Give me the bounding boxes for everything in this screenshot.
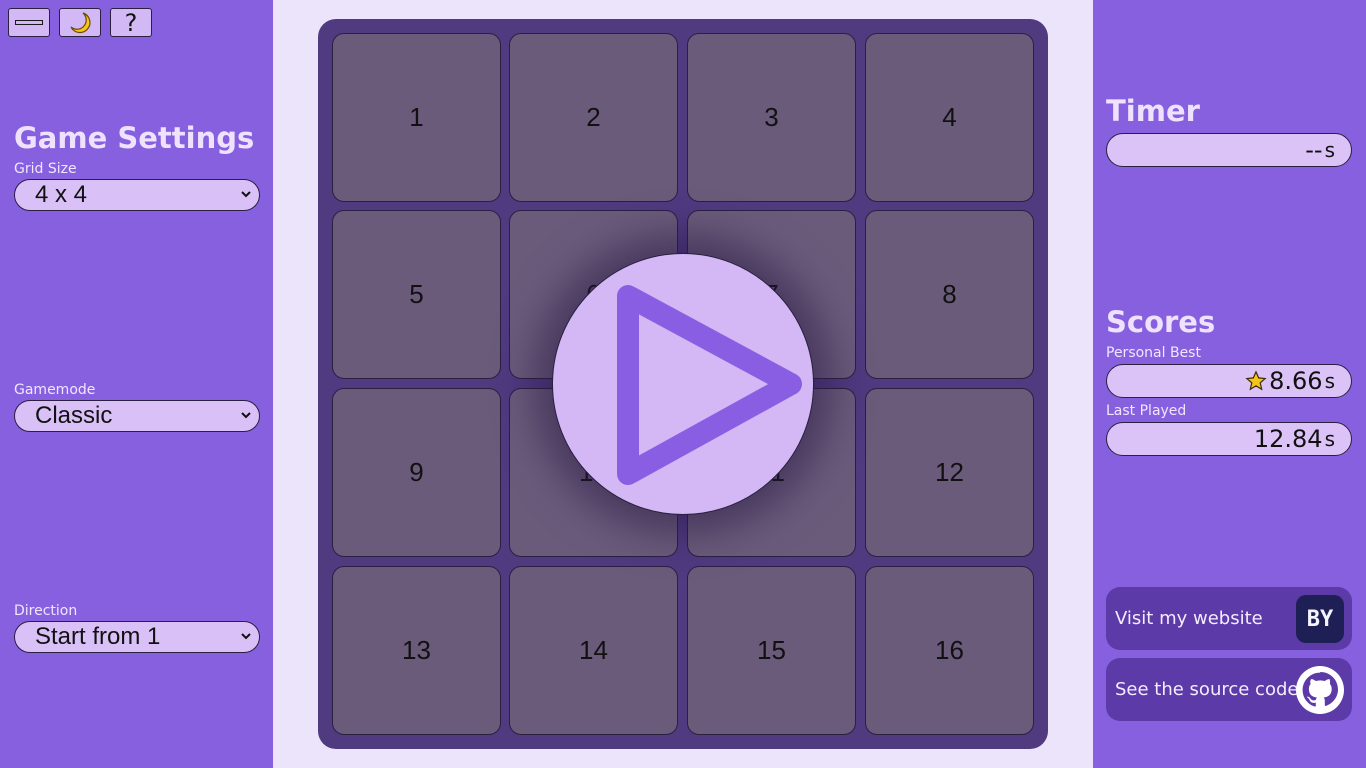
personal-best-value: 8.66 (1269, 367, 1323, 395)
last-played-value: 12.84 (1253, 425, 1323, 453)
gamemode-label: Gamemode (14, 382, 96, 398)
settings-panel: ? Game Settings Grid Size 4 x 4 Gamemode… (0, 0, 273, 768)
theme-toggle-button[interactable] (59, 8, 101, 37)
star-icon (1245, 370, 1267, 391)
grid-size-select[interactable]: 4 x 4 (14, 179, 260, 211)
website-link-label: Visit my website (1115, 608, 1263, 629)
chevron-down-icon (241, 633, 251, 640)
grid-size-value: 4 x 4 (35, 181, 88, 208)
last-played-display: 12.84 s (1106, 422, 1352, 456)
last-played-unit: s (1324, 427, 1335, 451)
personal-best-display: 8.66 s (1106, 364, 1352, 398)
minimize-button[interactable] (8, 8, 50, 37)
direction-select[interactable]: Start from 1 (14, 621, 260, 653)
source-code-link-label: See the source code (1115, 679, 1299, 700)
play-icon (617, 285, 802, 485)
timer-title: Timer (1106, 94, 1200, 128)
play-button[interactable] (552, 253, 814, 515)
question-icon: ? (124, 8, 138, 37)
tile[interactable]: 12 (865, 388, 1034, 557)
tile[interactable]: 8 (865, 210, 1034, 379)
tile[interactable]: 9 (332, 388, 501, 557)
personal-best-label: Personal Best (1106, 345, 1201, 361)
source-code-link[interactable]: See the source code (1106, 658, 1352, 721)
chevron-down-icon (241, 191, 251, 198)
tile[interactable]: 4 (865, 33, 1034, 202)
scores-title: Scores (1106, 305, 1216, 339)
tile[interactable]: 13 (332, 566, 501, 735)
last-played-label: Last Played (1106, 403, 1187, 419)
gamemode-select[interactable]: Classic (14, 400, 260, 432)
tile[interactable]: 3 (687, 33, 856, 202)
tile[interactable]: 14 (509, 566, 678, 735)
website-link[interactable]: Visit my website BY (1106, 587, 1352, 650)
timer-display: -- s (1106, 133, 1352, 167)
gamemode-value: Classic (35, 402, 113, 429)
chevron-down-icon (241, 412, 251, 419)
tile[interactable]: 2 (509, 33, 678, 202)
settings-title: Game Settings (14, 121, 255, 155)
direction-value: Start from 1 (35, 623, 161, 650)
grid-size-label: Grid Size (14, 161, 77, 177)
by-logo-icon: BY (1296, 595, 1344, 643)
crescent-moon-icon (70, 11, 91, 33)
timer-unit: s (1324, 138, 1335, 162)
personal-best-unit: s (1324, 369, 1335, 393)
help-button[interactable]: ? (110, 8, 152, 37)
minimize-icon (15, 20, 43, 25)
tile[interactable]: 1 (332, 33, 501, 202)
tile[interactable]: 16 (865, 566, 1034, 735)
tile[interactable]: 5 (332, 210, 501, 379)
timer-value: -- (1305, 136, 1323, 164)
direction-label: Direction (14, 603, 78, 619)
github-icon (1296, 666, 1344, 714)
tile[interactable]: 15 (687, 566, 856, 735)
